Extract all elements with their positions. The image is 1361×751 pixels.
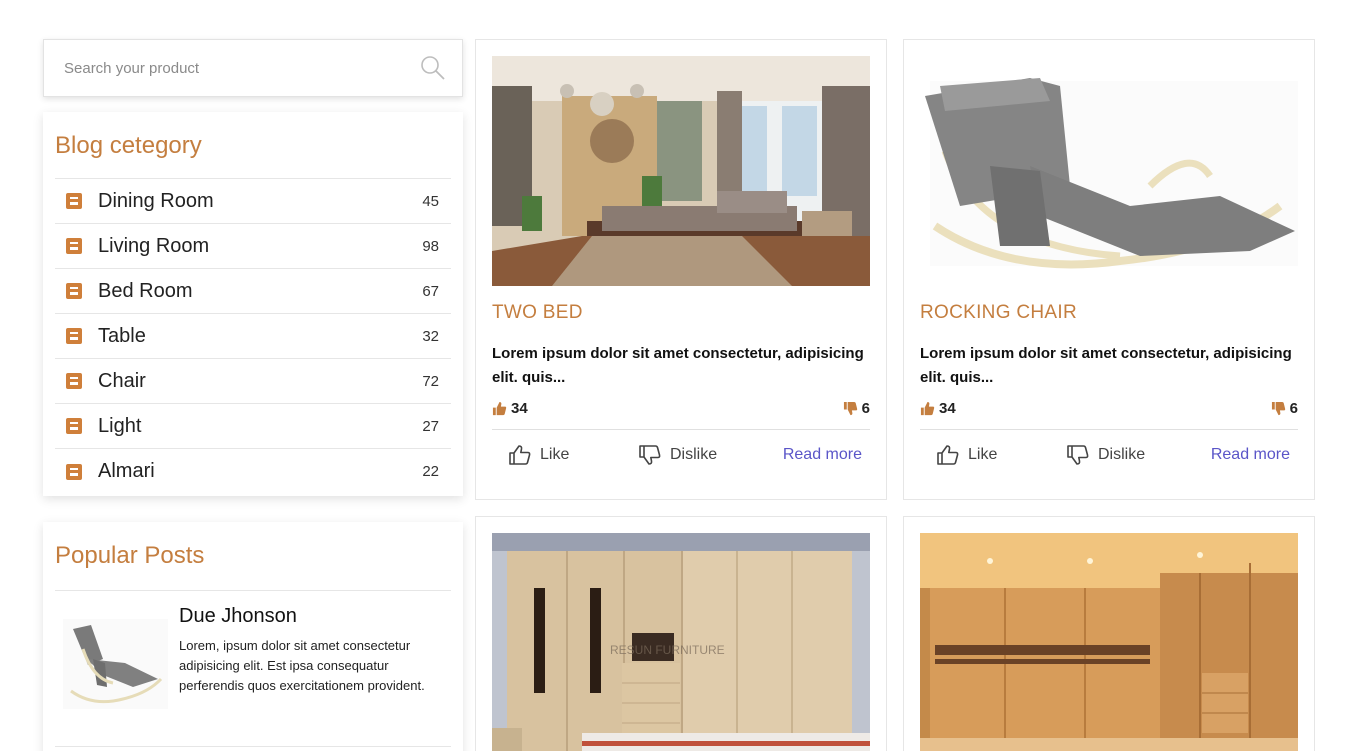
image-watermark: RESUN FURNITURE: [610, 643, 725, 657]
search-input[interactable]: [64, 59, 420, 77]
category-label: Living Room: [98, 234, 210, 257]
category-count: 22: [422, 463, 439, 480]
card-description: Lorem ipsum dolor sit amet consectetur, …: [492, 345, 864, 386]
popular-post-body: Due Jhonson Lorem, ipsum dolor sit amet …: [179, 605, 434, 709]
category-count: 45: [422, 192, 439, 210]
wardrobe-image[interactable]: RESUN FURNITURE: [492, 533, 870, 751]
likes-count: 34: [511, 400, 528, 417]
likes-stat: 34: [492, 400, 528, 417]
thumbs-up-icon: [509, 444, 531, 465]
thumbs-up-filled-icon: [492, 401, 507, 416]
category-item-chair[interactable]: Chair 72: [55, 359, 451, 404]
product-card-rocking-chair: ROCKING CHAIR Lorem ipsum dolor sit amet…: [903, 39, 1315, 500]
popular-post-text: Lorem, ipsum dolor sit amet consectetur …: [179, 638, 425, 693]
thumbs-down-icon: [639, 444, 661, 465]
bedroom-image[interactable]: [492, 56, 870, 286]
thumbs-up-icon: [937, 444, 959, 465]
divider: [55, 746, 451, 747]
category-item-light[interactable]: Light 27: [55, 404, 451, 449]
card-actions: Like Dislike Read more: [492, 429, 870, 479]
card-title[interactable]: ROCKING CHAIR: [920, 302, 1298, 324]
category-count: 72: [422, 372, 439, 390]
product-card-wooden-room: [903, 516, 1315, 751]
blogger-icon: [66, 193, 82, 209]
dislikes-count: 6: [1289, 400, 1298, 417]
dislikes-count: 6: [861, 400, 870, 417]
like-label: Like: [968, 445, 998, 463]
card-actions: Like Dislike Read more: [920, 429, 1298, 479]
category-list: Dining Room 45 Living Room 98 Bed Room 6…: [55, 179, 451, 494]
likes-count: 34: [939, 400, 956, 417]
dislikes-stat: 6: [843, 400, 870, 417]
blogger-icon: [66, 418, 82, 434]
popular-posts-panel: Popular Posts Due Jhonson Lorem, ipsum d…: [43, 522, 463, 751]
rocking-chair-thumbnail: [63, 619, 168, 709]
product-card-wardrobe: RESUN FURNITURE: [475, 516, 887, 751]
blogger-icon: [66, 373, 82, 389]
dislike-label: Dislike: [670, 445, 718, 463]
thumbs-down-icon: [1067, 444, 1089, 465]
dislikes-stat: 6: [1271, 400, 1298, 417]
category-count: 98: [422, 237, 439, 255]
card-description: Lorem ipsum dolor sit amet consectetur, …: [920, 345, 1292, 386]
thumbs-down-filled-icon: [843, 401, 857, 416]
blog-category-title: Blog cetegory: [55, 132, 451, 179]
product-card-two-bed: TWO BED Lorem ipsum dolor sit amet conse…: [475, 39, 887, 500]
dislike-button[interactable]: Dislike: [1066, 443, 1208, 467]
read-more-link[interactable]: Read more: [783, 446, 862, 464]
search-bar: [43, 39, 463, 97]
popular-post-item[interactable]: Due Jhonson Lorem, ipsum dolor sit amet …: [55, 591, 451, 709]
blogger-icon: [66, 328, 82, 344]
category-item-almari[interactable]: Almari 22: [55, 449, 451, 494]
category-label: Almari: [98, 460, 155, 482]
dislike-label: Dislike: [1098, 445, 1146, 463]
wooden-wardrobe-room-image[interactable]: [920, 533, 1298, 751]
category-item-bed-room[interactable]: Bed Room 67: [55, 269, 451, 314]
thumbs-up-filled-icon: [920, 401, 935, 416]
card-stats: 34 6: [920, 400, 1298, 417]
blogger-icon: [66, 283, 82, 299]
card-title[interactable]: TWO BED: [492, 302, 870, 324]
blogger-icon: [66, 463, 82, 480]
category-item-dining-room[interactable]: Dining Room 45: [55, 179, 451, 224]
category-label: Table: [98, 324, 146, 347]
like-label: Like: [540, 445, 570, 463]
blogger-icon: [66, 238, 82, 254]
category-label: Dining Room: [98, 189, 214, 212]
category-item-living-room[interactable]: Living Room 98: [55, 224, 451, 269]
category-label: Chair: [98, 369, 146, 392]
category-label: Bed Room: [98, 279, 193, 302]
category-count: 27: [422, 417, 439, 435]
card-stats: 34 6: [492, 400, 870, 417]
popular-posts-title: Popular Posts: [55, 542, 451, 591]
category-count: 67: [422, 282, 439, 300]
category-count: 32: [422, 327, 439, 345]
like-button[interactable]: Like: [508, 443, 638, 467]
dislike-button[interactable]: Dislike: [638, 443, 780, 467]
category-label: Light: [98, 414, 142, 437]
blog-category-panel: Blog cetegory Dining Room 45 Living Room…: [43, 112, 463, 496]
rocking-chair-image[interactable]: [920, 56, 1298, 286]
search-icon[interactable]: [420, 55, 446, 81]
read-more-link[interactable]: Read more: [1211, 446, 1290, 464]
like-button[interactable]: Like: [936, 443, 1066, 467]
popular-post-author: Due Jhonson: [179, 605, 297, 627]
likes-stat: 34: [920, 400, 956, 417]
category-item-table[interactable]: Table 32: [55, 314, 451, 359]
thumbs-down-filled-icon: [1271, 401, 1285, 416]
